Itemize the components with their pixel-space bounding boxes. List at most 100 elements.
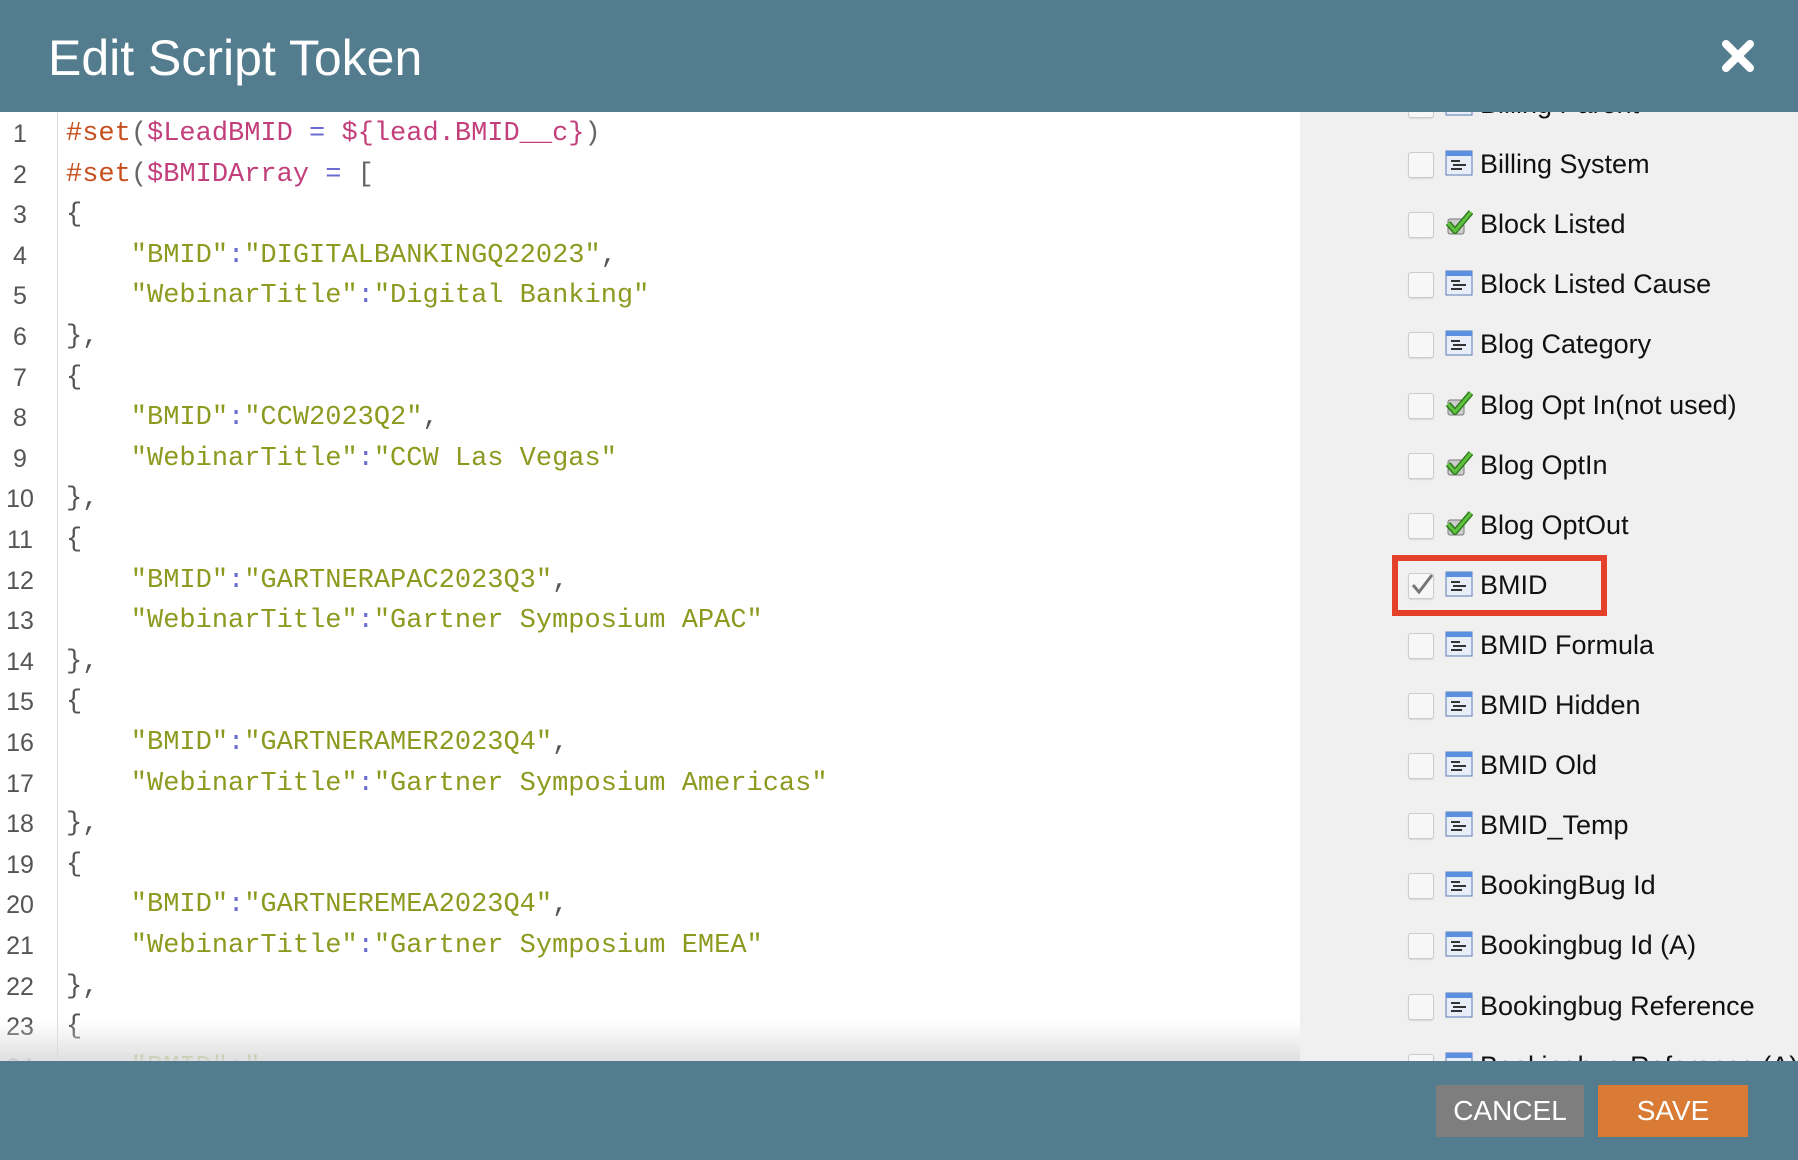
code-token: : [228,403,245,434]
code-text: "WebinarTitle":"Digital Banking" [66,276,650,317]
field-label: Block Listed [1480,209,1626,240]
code-token: "WebinarTitle" [66,281,358,312]
field-item[interactable]: Block Listed [1300,196,1798,256]
code-token: "GARTNERAMER2023Q4" [244,728,553,758]
code-text: "BMID":"CCW2023Q2", [66,398,439,439]
code-token: : [228,1053,244,1061]
code-text: #set($BMIDArray = [ [66,155,374,196]
code-text: { [66,195,82,236]
field-item[interactable]: BMID Old [1300,737,1798,797]
code-token: }, [66,809,99,840]
field-checkbox[interactable] [1408,993,1434,1020]
line-number: 13 [6,607,34,636]
code-token: { [66,849,83,880]
field-item[interactable]: Bookingbug Reference (A) [1300,1038,1798,1061]
code-token: , [422,403,439,434]
field-checkbox[interactable] [1408,813,1434,840]
field-label: Blog Category [1480,329,1652,360]
code-text: "WebinarTitle":"CCW Las Vegas" [66,439,617,480]
field-item[interactable]: Blog Opt In(not used) [1300,377,1798,437]
field-checkbox[interactable] [1408,272,1434,299]
text-field-icon [1445,811,1473,837]
code-token: : [228,240,245,271]
code-text: "BMID":"GARTNERAMER2023Q4", [66,723,569,764]
code-text: "BMID":"GARTNEREMEA2023Q4", [66,885,569,926]
text-field-icon [1445,751,1473,777]
cancel-button[interactable]: CANCEL [1436,1085,1584,1137]
code-token: : [357,931,374,961]
line-number: 20 [6,891,34,920]
highlight-box [1392,555,1607,616]
code-token: { [66,687,83,718]
field-label: Blog OptIn [1480,449,1608,480]
code-token: "CCW2023Q2" [244,403,423,434]
text-field-icon [1445,871,1473,897]
field-checkbox[interactable] [1408,1053,1434,1061]
code-text: "BMID":"DIGITALBANKINGQ22023", [66,236,617,277]
field-item[interactable]: Blog Category [1300,316,1798,376]
code-text: }, [66,479,98,520]
line-number: 8 [13,404,27,433]
line-number: 24 [0,1048,40,1061]
field-item[interactable]: BMID Hidden [1300,677,1798,737]
line-number: 19 [6,850,34,879]
line-number: 3 [13,201,27,230]
code-token: ( [130,159,148,190]
field-checkbox[interactable] [1408,873,1434,900]
field-checkbox[interactable] [1408,933,1434,960]
code-token: "WebinarTitle" [66,931,358,961]
code-text: "WebinarTitle":"Gartner Symposium Americ… [66,764,828,805]
field-label: Bookingbug Id (A) [1480,930,1697,961]
code-token: "GARTNEREMEA2023Q4" [244,890,553,921]
field-item[interactable]: Bookingbug Id (A) [1300,917,1798,977]
code-token: , [552,890,569,921]
text-field-icon [1445,1052,1473,1061]
line-number: 5 [13,282,27,311]
line-number: 23 [6,1013,34,1042]
field-label: Bookingbug Reference [1480,990,1755,1021]
text-field-icon [1445,270,1473,296]
field-item[interactable]: Block Listed Cause [1300,256,1798,316]
boolean-field-icon [1445,210,1474,236]
field-label: BookingBug Id [1480,870,1656,901]
code-token: : [357,281,374,312]
code-token: "BMID" [66,728,229,758]
field-label: Billing System [1480,149,1650,180]
line-number: 21 [6,932,34,960]
save-button[interactable]: SAVE [1598,1085,1748,1137]
line-number: 4 [13,241,27,270]
line-number: 7 [13,363,27,392]
field-item[interactable]: Bookingbug Reference [1300,978,1798,1038]
field-item[interactable]: Blog OptOut [1300,497,1798,557]
field-checkbox[interactable] [1408,512,1434,539]
close-icon[interactable] [1718,36,1758,76]
field-label: BMID Hidden [1480,690,1641,720]
dialog-header: Edit Script Token [0,0,1798,112]
code-token: "BMID" [66,565,229,596]
code-text: { [66,845,82,886]
code-token: "BMID" [66,890,229,921]
field-checkbox[interactable] [1408,392,1434,419]
field-item[interactable]: BookingBug Id [1300,857,1798,917]
field-checkbox[interactable] [1408,632,1434,659]
code-token: { [66,1012,83,1043]
field-checkbox[interactable] [1408,112,1434,118]
field-item[interactable]: BMID_Temp [1300,797,1798,857]
field-checkbox[interactable] [1408,332,1434,359]
field-item[interactable]: BMID Formula [1300,617,1798,677]
field-item[interactable]: Billing Parent [1300,112,1798,136]
field-checkbox[interactable] [1408,212,1434,239]
line-number: 17 [6,769,34,798]
code-token: "BMID" [66,240,229,271]
field-checkbox[interactable] [1408,452,1434,479]
field-checkbox[interactable] [1408,693,1434,719]
field-label: BMID_Temp [1480,810,1629,841]
field-item[interactable]: Blog OptIn [1300,437,1798,497]
field-checkbox[interactable] [1408,152,1434,179]
code-token: #set [66,119,131,149]
field-item[interactable]: Billing System [1300,136,1798,196]
code-text: }, [66,967,98,1008]
field-checkbox[interactable] [1408,753,1434,780]
code-editor[interactable]: 1 #set($LeadBMID = ${lead.BMID__c}) 2 #set(… [0,112,1300,1061]
field-label: Billing Parent [1480,112,1639,120]
